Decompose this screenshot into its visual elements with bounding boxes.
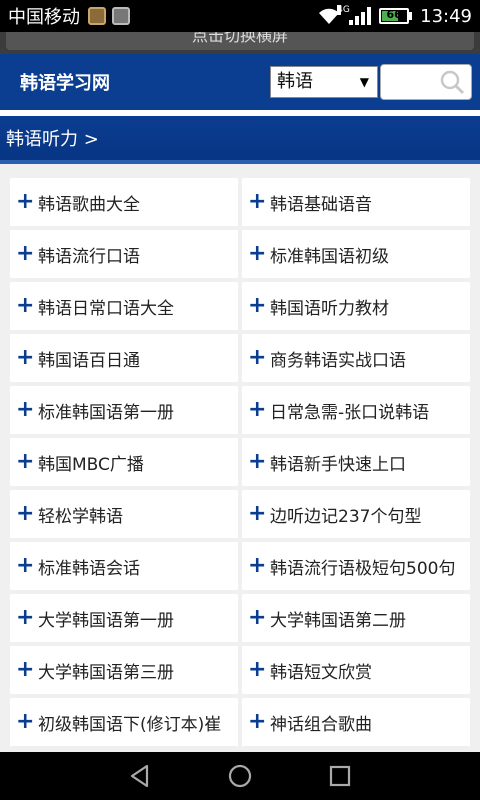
navigation-bar	[0, 752, 480, 800]
list-item-label: 标准韩语会话	[38, 558, 140, 579]
list-item[interactable]: + 标准韩语会话	[10, 542, 238, 590]
list-item[interactable]: + 韩语歌曲大全	[10, 178, 238, 226]
rotate-banner[interactable]: 点击切换横屏	[0, 32, 480, 54]
search-input[interactable]	[380, 64, 472, 100]
notification-icon	[88, 7, 106, 25]
list-item[interactable]: + 韩语流行口语	[10, 230, 238, 278]
language-select-value: 韩语	[277, 71, 313, 92]
list-item[interactable]: + 韩语流行语极短句500句	[242, 542, 470, 590]
site-header: 韩语学习网 韩语 ▼	[0, 54, 480, 110]
plus-icon: +	[16, 397, 35, 422]
network-type: 4G	[337, 5, 350, 15]
list-item-label: 韩国MBC广播	[38, 454, 144, 475]
list-item[interactable]: + 初级韩国语下(修订本)崔	[10, 698, 238, 746]
plus-icon: +	[16, 553, 35, 578]
plus-icon: +	[248, 449, 267, 474]
plus-icon: +	[16, 709, 35, 734]
list-item-label: 标准韩国语第一册	[38, 402, 174, 423]
signal-icon: 4G	[337, 5, 372, 25]
gallery-icon	[112, 7, 130, 25]
battery-icon: 66	[379, 8, 413, 24]
list-item-label: 初级韩国语下(修订本)崔	[38, 714, 222, 735]
plus-icon: +	[248, 605, 267, 630]
list-item-label: 韩语流行语极短句500句	[270, 558, 456, 579]
plus-icon: +	[16, 345, 35, 370]
list-item-label: 日常急需-张口说韩语	[270, 402, 430, 423]
list-item[interactable]: + 神话组合歌曲	[242, 698, 470, 746]
list-item[interactable]: + 大学韩国语第二册	[242, 594, 470, 642]
back-icon[interactable]	[127, 763, 153, 789]
list-item[interactable]: + 韩国语听力教材	[242, 282, 470, 330]
language-select[interactable]: 韩语 ▼	[270, 66, 378, 98]
site-title[interactable]: 韩语学习网	[20, 69, 110, 95]
breadcrumb-label[interactable]: 韩语听力 >	[6, 125, 99, 151]
list-item[interactable]: + 大学韩国语第三册	[10, 646, 238, 694]
clock: 13:49	[420, 5, 472, 27]
search-bar: 韩语 ▼	[270, 64, 472, 100]
list-item-label: 韩语歌曲大全	[38, 194, 140, 215]
plus-icon: +	[16, 241, 35, 266]
list-item[interactable]: + 标准韩国语第一册	[10, 386, 238, 434]
list-item-label: 韩语日常口语大全	[38, 298, 174, 319]
list-item[interactable]: + 韩语新手快速上口	[242, 438, 470, 486]
list-item-label: 大学韩国语第三册	[38, 662, 174, 683]
list-item-label: 韩语流行口语	[38, 246, 140, 267]
list-item[interactable]: + 韩国MBC广播	[10, 438, 238, 486]
list-item-label: 韩国语百日通	[38, 350, 140, 371]
list-item-label: 标准韩国语初级	[270, 246, 389, 267]
list-item-label: 神话组合歌曲	[270, 714, 372, 735]
plus-icon: +	[248, 189, 267, 214]
list-item-label: 边听边记237个句型	[270, 506, 422, 527]
list-item-label: 韩语基础语音	[270, 194, 372, 215]
list-item[interactable]: + 大学韩国语第一册	[10, 594, 238, 642]
list-item[interactable]: + 商务韩语实战口语	[242, 334, 470, 382]
list-item-label: 商务韩语实战口语	[270, 350, 406, 371]
plus-icon: +	[248, 397, 267, 422]
dropdown-arrow-icon: ▼	[359, 75, 369, 89]
list-item[interactable]: + 韩国语百日通	[10, 334, 238, 382]
plus-icon: +	[16, 293, 35, 318]
recents-icon[interactable]	[327, 763, 353, 789]
carrier-name: 中国移动	[8, 7, 80, 28]
list-item[interactable]: + 轻松学韩语	[10, 490, 238, 538]
list-item[interactable]: + 标准韩国语初级	[242, 230, 470, 278]
list-item[interactable]: + 日常急需-张口说韩语	[242, 386, 470, 434]
status-bar: 中国移动 4G 66 13:49	[0, 0, 480, 32]
list-item-label: 大学韩国语第二册	[270, 610, 406, 631]
search-icon[interactable]	[439, 69, 465, 95]
list-item-label: 韩语短文欣赏	[270, 662, 372, 683]
list-item-label: 韩语新手快速上口	[270, 454, 406, 475]
plus-icon: +	[248, 293, 267, 318]
rotate-text[interactable]: 点击切换横屏	[6, 32, 474, 50]
plus-icon: +	[16, 605, 35, 630]
plus-icon: +	[248, 501, 267, 526]
list-item[interactable]: + 边听边记237个句型	[242, 490, 470, 538]
plus-icon: +	[248, 553, 267, 578]
category-grid: + 韩语歌曲大全 + 韩语基础语音 + 韩语流行口语 + 标准韩国语初级 + 韩语日常口语大全 + 韩…	[0, 170, 480, 746]
plus-icon: +	[248, 345, 267, 370]
breadcrumb: 韩语听力 >	[0, 110, 480, 164]
home-icon[interactable]	[227, 763, 253, 789]
list-item-label: 韩国语听力教材	[270, 298, 389, 319]
plus-icon: +	[16, 189, 35, 214]
list-item[interactable]: + 韩语基础语音	[242, 178, 470, 226]
list-item-label: 轻松学韩语	[38, 506, 123, 527]
list-item[interactable]: + 韩语日常口语大全	[10, 282, 238, 330]
plus-icon: +	[16, 657, 35, 682]
list-item[interactable]: + 韩语短文欣赏	[242, 646, 470, 694]
plus-icon: +	[248, 709, 267, 734]
battery-percent: 66	[386, 8, 402, 21]
plus-icon: +	[248, 657, 267, 682]
list-item-label: 大学韩国语第一册	[38, 610, 174, 631]
plus-icon: +	[16, 449, 35, 474]
plus-icon: +	[16, 501, 35, 526]
plus-icon: +	[248, 241, 267, 266]
